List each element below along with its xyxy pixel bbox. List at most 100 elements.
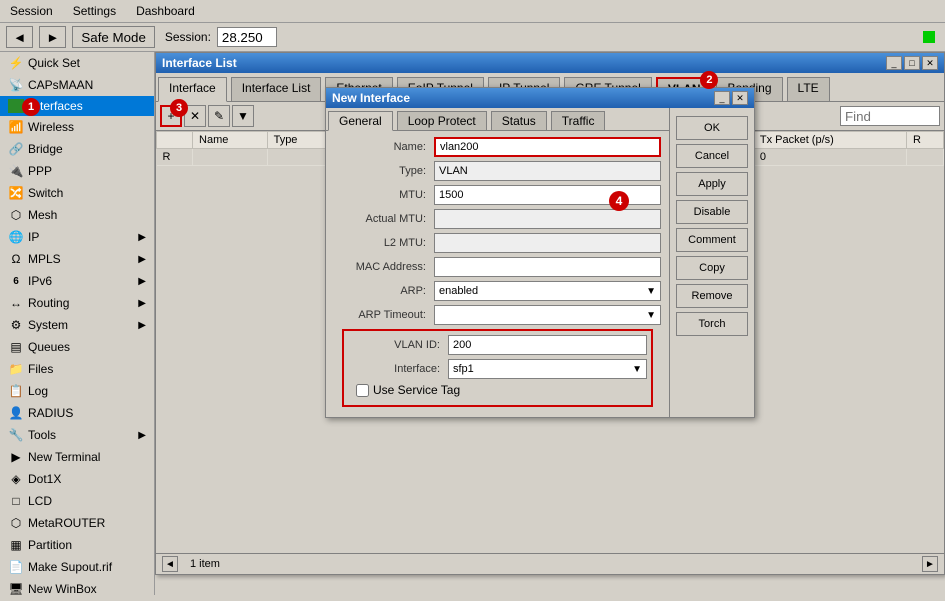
sidebar-item-mesh[interactable]: ⬡ Mesh <box>0 204 154 226</box>
sidebar-item-mpls[interactable]: Ω MPLS ▶ <box>0 248 154 270</box>
sidebar-item-partition[interactable]: ▦ Partition <box>0 534 154 556</box>
search-input[interactable] <box>840 106 940 126</box>
sidebar-item-tools[interactable]: 🔧 Tools ▶ <box>0 424 154 446</box>
sidebar-label: LCD <box>28 494 52 508</box>
tab-lte[interactable]: LTE <box>787 77 830 101</box>
sidebar-item-log[interactable]: 📋 Log <box>0 380 154 402</box>
l2mtu-row: L2 MTU: <box>334 233 661 253</box>
toolbar: ◄ ► Safe Mode Session: <box>0 23 945 52</box>
col-type: Type <box>267 132 332 149</box>
sidebar-item-capsman[interactable]: 📡 CAPsMAAN <box>0 74 154 96</box>
sidebar-label: Bridge <box>28 142 63 156</box>
col-status <box>157 132 193 149</box>
sidebar-item-routing[interactable]: ↔ Routing ▶ <box>0 292 154 314</box>
l2mtu-input[interactable] <box>434 233 661 253</box>
sidebar-item-new-winbox[interactable]: 🖥 New WinBox <box>0 578 154 595</box>
dialog-close[interactable]: ✕ <box>732 91 748 105</box>
sidebar-item-queues[interactable]: ▤ Queues <box>0 336 154 358</box>
sidebar-label: Mesh <box>28 208 57 222</box>
mac-address-label: MAC Address: <box>334 261 434 273</box>
bridge-icon: 🔗 <box>8 141 24 157</box>
window-title: Interface List <box>162 56 237 70</box>
sidebar-item-ipv6[interactable]: 6 IPv6 ▶ <box>0 270 154 292</box>
tab-interface-list[interactable]: Interface List <box>231 77 322 101</box>
scroll-right[interactable]: ► <box>922 556 938 572</box>
sidebar-item-bridge[interactable]: 🔗 Bridge <box>0 138 154 160</box>
ok-button[interactable]: OK <box>676 116 748 140</box>
vlan-id-row: VLAN ID: <box>348 335 647 355</box>
sidebar-item-ppp[interactable]: 🔌 PPP <box>0 160 154 182</box>
routing-icon: ↔ <box>8 295 24 311</box>
dialog-title: New Interface <box>332 91 410 105</box>
torch-button[interactable]: Torch <box>676 312 748 336</box>
sidebar-item-system[interactable]: ⚙ System ▶ <box>0 314 154 336</box>
window-controls: _ □ ✕ <box>886 56 938 70</box>
sidebar-label: Dot1X <box>28 472 61 486</box>
sidebar-item-make-supout[interactable]: 📄 Make Supout.rif <box>0 556 154 578</box>
wireless-icon: 📶 <box>8 119 24 135</box>
dialog-tab-general[interactable]: General <box>328 111 393 131</box>
session-label: Session: <box>165 30 211 44</box>
add-interface-button[interactable]: + 3 <box>160 105 182 127</box>
sidebar-item-files[interactable]: 📁 Files <box>0 358 154 380</box>
use-service-tag-checkbox[interactable] <box>356 384 369 397</box>
sidebar-label: IPv6 <box>28 274 52 288</box>
sidebar-item-dot1x[interactable]: ◈ Dot1X <box>0 468 154 490</box>
arp-timeout-select[interactable]: ▼ <box>434 305 661 325</box>
maximize-button[interactable]: □ <box>904 56 920 70</box>
menu-settings[interactable]: Settings <box>67 2 122 20</box>
sidebar-item-interfaces[interactable]: Interfaces 1 <box>0 96 154 116</box>
disable-button[interactable]: Disable <box>676 200 748 224</box>
forward-button[interactable]: ► <box>39 26 66 48</box>
copy-button[interactable]: Copy <box>676 256 748 280</box>
minimize-button[interactable]: _ <box>886 56 902 70</box>
menu-dashboard[interactable]: Dashboard <box>130 2 201 20</box>
back-button[interactable]: ◄ <box>6 26 33 48</box>
tab-interface[interactable]: Interface <box>158 77 227 102</box>
sidebar-item-metarouter[interactable]: ⬡ MetaROUTER <box>0 512 154 534</box>
sidebar-item-switch[interactable]: 🔀 Switch <box>0 182 154 204</box>
sidebar-item-ip[interactable]: 🌐 IP ▶ <box>0 226 154 248</box>
sidebar-label: Tools <box>28 428 56 442</box>
log-icon: 📋 <box>8 383 24 399</box>
mesh-icon: ⬡ <box>8 207 24 223</box>
mac-address-input[interactable] <box>434 257 661 277</box>
actual-mtu-input[interactable] <box>434 209 661 229</box>
apply-button[interactable]: Apply <box>676 172 748 196</box>
arp-select[interactable]: enabled ▼ <box>434 281 661 301</box>
type-input[interactable] <box>434 161 661 181</box>
dialog-body: General Loop Protect Status Traffic 4 Na… <box>326 108 754 417</box>
session-input[interactable] <box>217 27 277 47</box>
new-interface-dialog: New Interface _ ✕ General Loop Protect S… <box>325 87 755 418</box>
mtu-label: MTU: <box>334 189 434 201</box>
window-titlebar: Interface List _ □ ✕ <box>156 53 944 73</box>
dialog-tab-traffic[interactable]: Traffic <box>551 111 606 130</box>
item-count: 1 item <box>190 558 220 570</box>
interface-select[interactable]: sfp1 ▼ <box>448 359 647 379</box>
safe-mode-button[interactable]: Safe Mode <box>72 26 154 48</box>
close-button[interactable]: ✕ <box>922 56 938 70</box>
sidebar-item-new-terminal[interactable]: ▶ New Terminal <box>0 446 154 468</box>
dialog-tab-loop-protect[interactable]: Loop Protect <box>397 111 487 130</box>
arp-value: enabled <box>439 285 478 297</box>
r-cell <box>907 149 944 166</box>
sidebar-item-lcd[interactable]: □ LCD <box>0 490 154 512</box>
sidebar-item-quick-set[interactable]: ⚡ Quick Set <box>0 52 154 74</box>
sidebar-item-wireless[interactable]: 📶 Wireless <box>0 116 154 138</box>
cancel-button[interactable]: Cancel <box>676 144 748 168</box>
name-input[interactable] <box>434 137 661 157</box>
scroll-left[interactable]: ◄ <box>162 556 178 572</box>
sidebar-item-radius[interactable]: 👤 RADIUS <box>0 402 154 424</box>
comment-button[interactable]: Comment <box>676 228 748 252</box>
sidebar-label: System <box>28 318 68 332</box>
dialog-minimize[interactable]: _ <box>714 91 730 105</box>
vlan-id-input[interactable] <box>448 335 647 355</box>
tools-arrow: ▶ <box>138 430 146 441</box>
edit-interface-button[interactable]: ✎ <box>208 105 230 127</box>
dialog-tabs: General Loop Protect Status Traffic <box>326 108 669 131</box>
arp-timeout-row: ARP Timeout: ▼ <box>334 305 661 325</box>
remove-button[interactable]: Remove <box>676 284 748 308</box>
dialog-tab-status[interactable]: Status <box>491 111 547 130</box>
filter-button[interactable]: ▼ <box>232 105 254 127</box>
menu-session[interactable]: Session <box>4 2 59 20</box>
